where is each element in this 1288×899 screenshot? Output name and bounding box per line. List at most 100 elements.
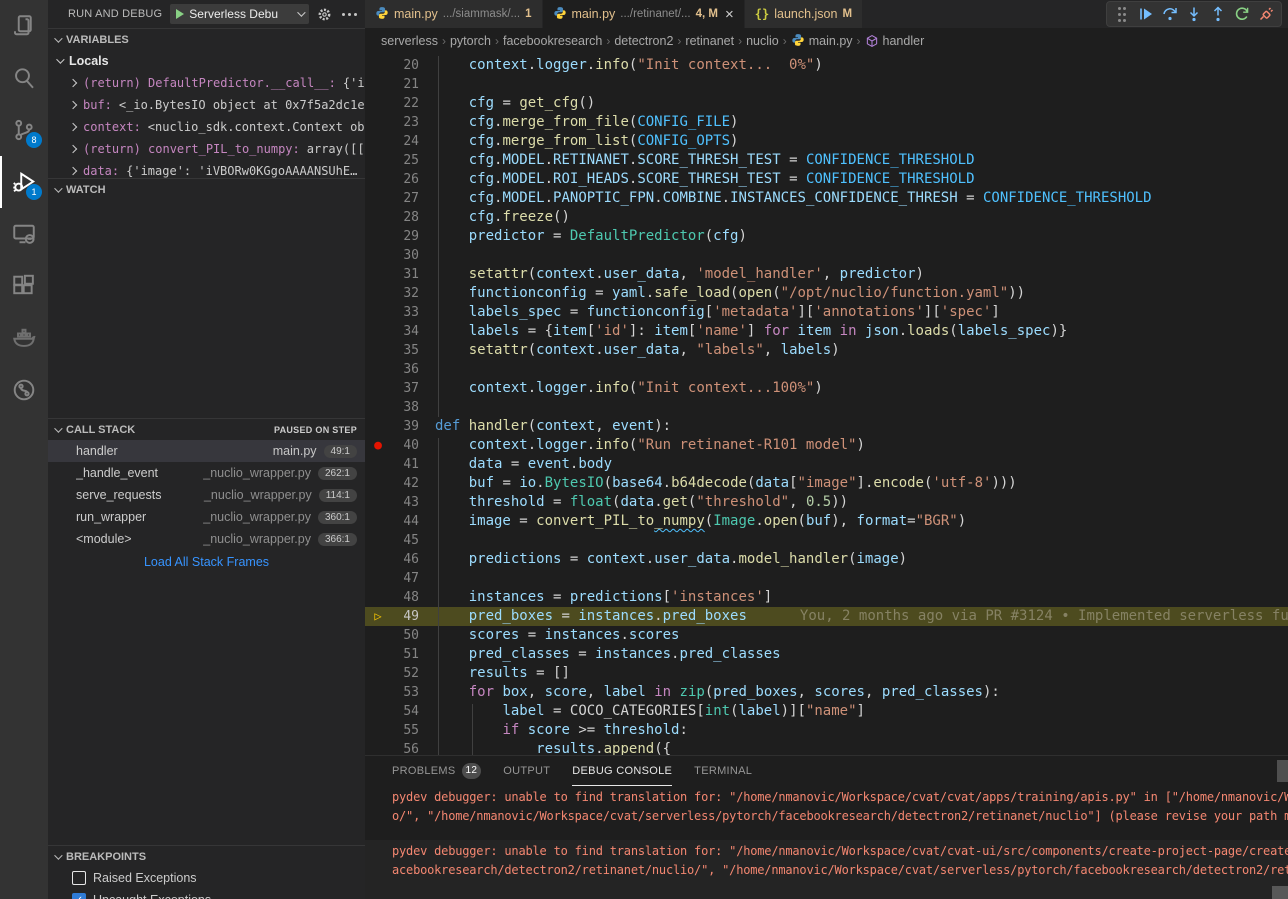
disconnect-icon[interactable] [1255,3,1277,25]
gutter[interactable]: 52 [365,664,435,683]
breadcrumb-item[interactable]: main.py [809,34,853,48]
call-stack-header[interactable]: CALL STACK PAUSED ON STEP [48,418,365,440]
breadcrumb-item[interactable]: retinanet [685,34,734,48]
gutter[interactable]: 33 [365,303,435,322]
more-actions-icon[interactable] [340,13,359,16]
gutter[interactable]: ▷49 [365,607,435,626]
checkbox[interactable]: ✓ [72,893,86,899]
tab-main-py-siammask[interactable]: main.py .../siammask/... 1 [365,0,542,28]
gutter[interactable]: 41 [365,455,435,474]
gutter[interactable]: 46 [365,550,435,569]
gutter[interactable]: 25 [365,151,435,170]
source-control-icon[interactable]: 8 [0,104,48,156]
gutter[interactable]: 38 [365,398,435,417]
breadcrumb-item[interactable]: handler [883,34,925,48]
tab-output[interactable]: OUTPUT [503,756,550,786]
tab-debug-console[interactable]: DEBUG CONSOLE [572,756,672,786]
panel-scrollbar[interactable] [1277,760,1288,782]
extensions-icon[interactable] [0,260,48,312]
variable-row[interactable]: context:<nuclio_sdk.context.Context obje… [48,116,365,138]
gutter[interactable]: 42 [365,474,435,493]
step-into-icon[interactable] [1183,3,1205,25]
stack-frame-row[interactable]: handlermain.py49:1 [48,440,365,462]
step-over-icon[interactable] [1159,3,1181,25]
breadcrumb-item[interactable]: nuclio [746,34,779,48]
gutter[interactable]: 36 [365,360,435,379]
code-line: ●40 context.logger.info("Run retinanet-R… [365,436,1288,455]
tab-main-py-retinanet[interactable]: main.py .../retinanet/... 4, M × [543,0,744,28]
breadcrumb-item[interactable]: detectron2 [614,34,673,48]
gutter[interactable]: 56 [365,740,435,755]
gutter[interactable]: 24 [365,132,435,151]
gutter[interactable]: 22 [365,94,435,113]
run-and-debug-icon[interactable]: 1 [0,156,48,208]
gutter[interactable]: 45 [365,531,435,550]
variable-row[interactable]: (return) convert_PIL_to_numpy:array([[[ … [48,138,365,160]
gutter[interactable]: 35 [365,341,435,360]
docker-icon[interactable] [0,312,48,364]
gutter[interactable]: 54 [365,702,435,721]
step-out-icon[interactable] [1207,3,1229,25]
gutter[interactable]: 26 [365,170,435,189]
gutter[interactable]: 28 [365,208,435,227]
tab-terminal[interactable]: TERMINAL [694,756,752,786]
gutter[interactable]: 23 [365,113,435,132]
watch-header[interactable]: WATCH [48,178,365,200]
launch-config-label: Serverless Debu [189,7,278,21]
variable-row[interactable]: data:{'image': 'iVBORw0KGgoAAAANSUhE… [48,160,365,178]
continue-icon[interactable] [1135,3,1157,25]
gutter[interactable]: 39 [365,417,435,436]
gutter[interactable]: 37 [365,379,435,398]
restart-icon[interactable] [1231,3,1253,25]
gutter[interactable]: 47 [365,569,435,588]
gutter[interactable]: ●40 [365,436,435,455]
variable-row[interactable]: (return) DefaultPredictor.__call__:{'ins… [48,72,365,94]
breakpoint-row[interactable]: Raised Exceptions [48,867,365,889]
gutter[interactable]: 51 [365,645,435,664]
gutter[interactable]: 20 [365,56,435,75]
stack-frame-row[interactable]: serve_requests_nuclio_wrapper.py114:1 [48,484,365,506]
gutter[interactable]: 50 [365,626,435,645]
gutter[interactable]: 48 [365,588,435,607]
debug-console-output[interactable]: pydev debugger: unable to find translati… [365,786,1288,899]
breakpoint-row[interactable]: ✓Uncaught Exceptions [48,889,365,899]
stack-frame-row[interactable]: <module>_nuclio_wrapper.py366:1 [48,528,365,550]
breadcrumb-item[interactable]: serverless [381,34,438,48]
scope-locals[interactable]: Locals [48,50,365,72]
tab-problems[interactable]: PROBLEMS 12 [392,756,481,786]
git-graph-icon[interactable] [0,364,48,416]
stack-frame-row[interactable]: run_wrapper_nuclio_wrapper.py360:1 [48,506,365,528]
code-editor[interactable]: 20 context.logger.info("Init context... … [365,54,1288,755]
search-icon[interactable] [0,52,48,104]
stack-frame-row[interactable]: _handle_event_nuclio_wrapper.py262:1 [48,462,365,484]
explorer-icon[interactable] [0,0,48,52]
checkbox[interactable] [72,871,86,885]
breakpoints-header[interactable]: BREAKPOINTS [48,845,365,867]
close-icon[interactable]: × [725,6,734,23]
gutter[interactable]: 27 [365,189,435,208]
breadcrumb-item[interactable]: facebookresearch [503,34,602,48]
variables-header[interactable]: VARIABLES [48,28,365,50]
toolbar-drag-handle[interactable] [1111,3,1133,25]
load-all-stack-frames-link[interactable]: Load All Stack Frames [48,550,365,574]
panel-scrollbar-corner[interactable] [1272,886,1288,899]
remote-explorer-icon[interactable] [0,208,48,260]
gutter[interactable]: 31 [365,265,435,284]
gutter[interactable]: 53 [365,683,435,702]
gutter[interactable]: 43 [365,493,435,512]
gutter[interactable]: 21 [365,75,435,94]
code-line: ▷49 pred_boxes = instances.pred_boxesYou… [365,607,1288,626]
launch-config-dropdown[interactable]: Serverless Debu [170,4,309,24]
variable-row[interactable]: buf:<_io.BytesIO object at 0x7f5a2dc1ecc… [48,94,365,116]
gutter[interactable]: 34 [365,322,435,341]
gutter[interactable]: 55 [365,721,435,740]
code-line: 25 cfg.MODEL.RETINANET.SCORE_THRESH_TEST… [365,151,1288,170]
gutter[interactable]: 32 [365,284,435,303]
gutter[interactable]: 30 [365,246,435,265]
gutter[interactable]: 29 [365,227,435,246]
breadcrumb-item[interactable]: pytorch [450,34,491,48]
gear-icon[interactable] [317,7,332,22]
tab-launch-json[interactable]: {} launch.json M [745,0,862,28]
gutter[interactable]: 44 [365,512,435,531]
start-debug-icon[interactable] [176,9,184,19]
